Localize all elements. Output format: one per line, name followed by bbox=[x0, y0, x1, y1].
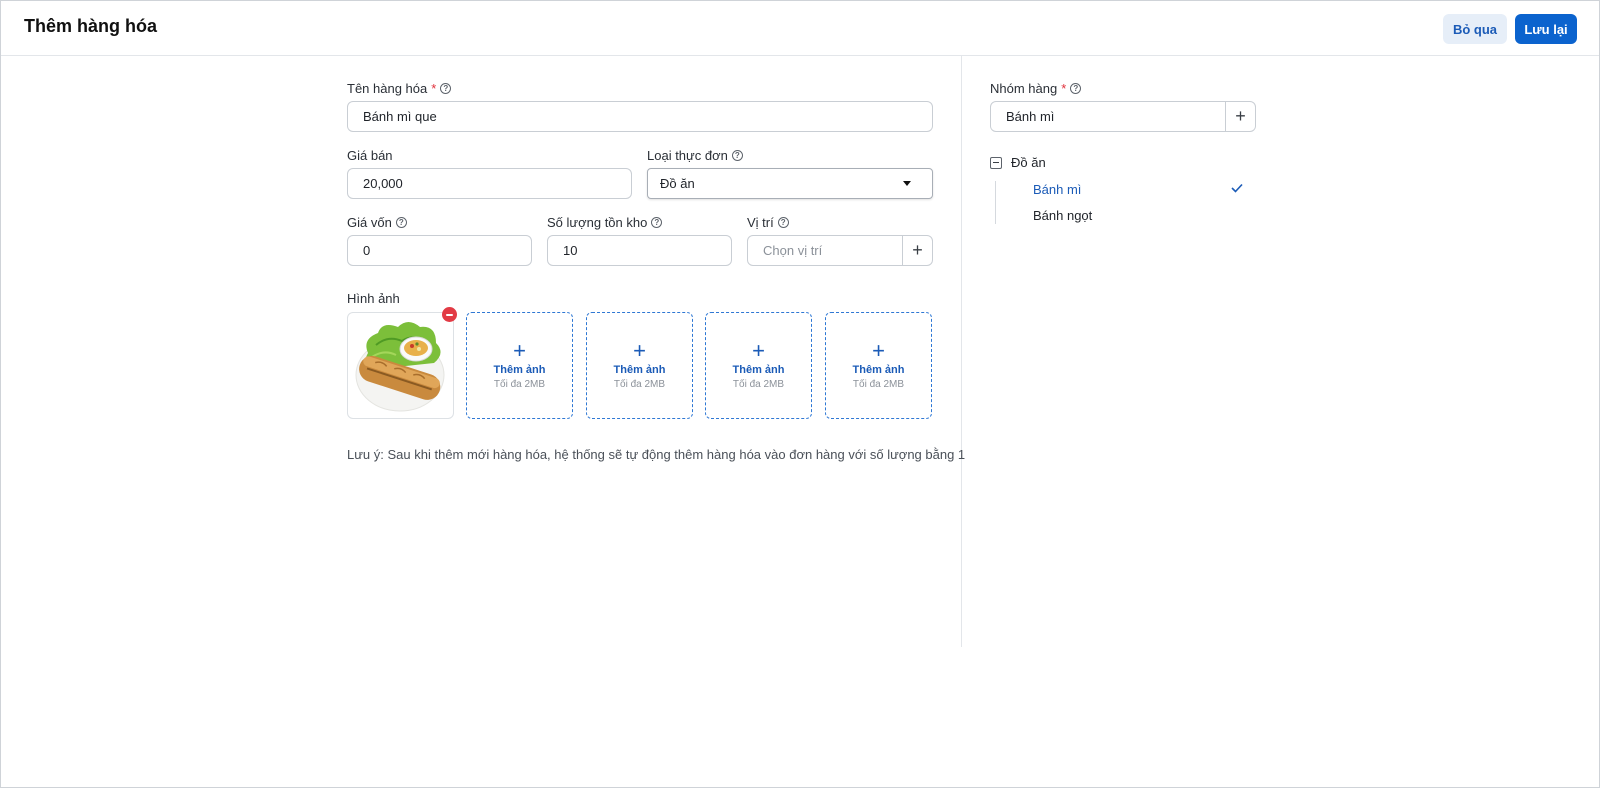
help-icon[interactable]: ? bbox=[440, 83, 452, 94]
menu-type-value: Đồ ăn bbox=[660, 176, 695, 191]
product-name-label: Tên hàng hóa * ? bbox=[347, 81, 452, 96]
dialog-header: Thêm hàng hóa Bỏ qua Lưu lại bbox=[1, 1, 1599, 56]
price-label: Giá bán bbox=[347, 148, 393, 163]
add-image-slot[interactable]: + Thêm ảnh Tối đa 2MB bbox=[705, 312, 812, 419]
caret-down-icon bbox=[903, 181, 911, 186]
cost-label: Giá vốn ? bbox=[347, 215, 407, 230]
product-name-input[interactable]: Bánh mì que bbox=[347, 101, 933, 132]
add-product-dialog: Thêm hàng hóa Bỏ qua Lưu lại Tên hàng hó… bbox=[0, 0, 1600, 788]
images-label: Hình ảnh bbox=[347, 291, 400, 306]
save-button[interactable]: Lưu lại bbox=[1515, 14, 1577, 44]
tree-root-label: Đồ ăn bbox=[1011, 155, 1046, 170]
add-location-button[interactable]: + bbox=[902, 235, 933, 266]
tree-line bbox=[995, 181, 996, 224]
help-icon[interactable]: ? bbox=[395, 217, 407, 228]
add-image-slot[interactable]: + Thêm ảnh Tối đa 2MB bbox=[466, 312, 573, 419]
help-icon[interactable]: ? bbox=[731, 150, 743, 161]
remove-image-button[interactable] bbox=[442, 307, 457, 322]
price-input[interactable]: 20,000 bbox=[347, 168, 632, 199]
location-label: Vị trí ? bbox=[747, 215, 789, 230]
add-image-slot[interactable]: + Thêm ảnh Tối đa 2MB bbox=[586, 312, 693, 419]
plus-icon: + bbox=[633, 337, 646, 363]
product-image[interactable] bbox=[347, 312, 454, 419]
menu-type-label: Loại thực đơn ? bbox=[647, 148, 743, 163]
required-mark: * bbox=[1061, 81, 1067, 96]
required-mark: * bbox=[431, 81, 437, 96]
tree-root[interactable]: Đồ ăn bbox=[990, 155, 1046, 170]
add-group-button[interactable]: + bbox=[1225, 101, 1256, 132]
cost-input[interactable]: 0 bbox=[347, 235, 532, 266]
add-image-slot[interactable]: + Thêm ảnh Tối đa 2MB bbox=[825, 312, 932, 419]
group-label: Nhóm hàng * ? bbox=[990, 81, 1082, 96]
location-input[interactable]: Chọn vị trí bbox=[747, 235, 903, 266]
help-icon[interactable]: ? bbox=[1070, 83, 1082, 94]
sandwich-image bbox=[355, 322, 445, 412]
stock-input[interactable]: 10 bbox=[547, 235, 732, 266]
group-input[interactable]: Bánh mì bbox=[990, 101, 1226, 132]
skip-button[interactable]: Bỏ qua bbox=[1443, 14, 1507, 44]
help-icon[interactable]: ? bbox=[651, 217, 663, 228]
check-icon bbox=[1231, 183, 1243, 193]
plus-icon: + bbox=[752, 337, 765, 363]
page-title: Thêm hàng hóa bbox=[24, 16, 158, 36]
menu-type-select[interactable]: Đồ ăn bbox=[647, 168, 933, 199]
tree-item-banh-mi[interactable]: Bánh mì bbox=[1033, 182, 1081, 197]
plus-icon: + bbox=[872, 337, 885, 363]
collapse-icon[interactable] bbox=[990, 156, 1002, 169]
help-icon[interactable]: ? bbox=[777, 217, 789, 228]
plus-icon: + bbox=[513, 337, 526, 363]
stock-label: Số lượng tồn kho ? bbox=[547, 215, 663, 230]
panel-divider bbox=[961, 56, 962, 647]
note-text: Lưu ý: Sau khi thêm mới hàng hóa, hệ thố… bbox=[347, 447, 966, 462]
tree-item-banh-ngot[interactable]: Bánh ngọt bbox=[1033, 208, 1092, 223]
